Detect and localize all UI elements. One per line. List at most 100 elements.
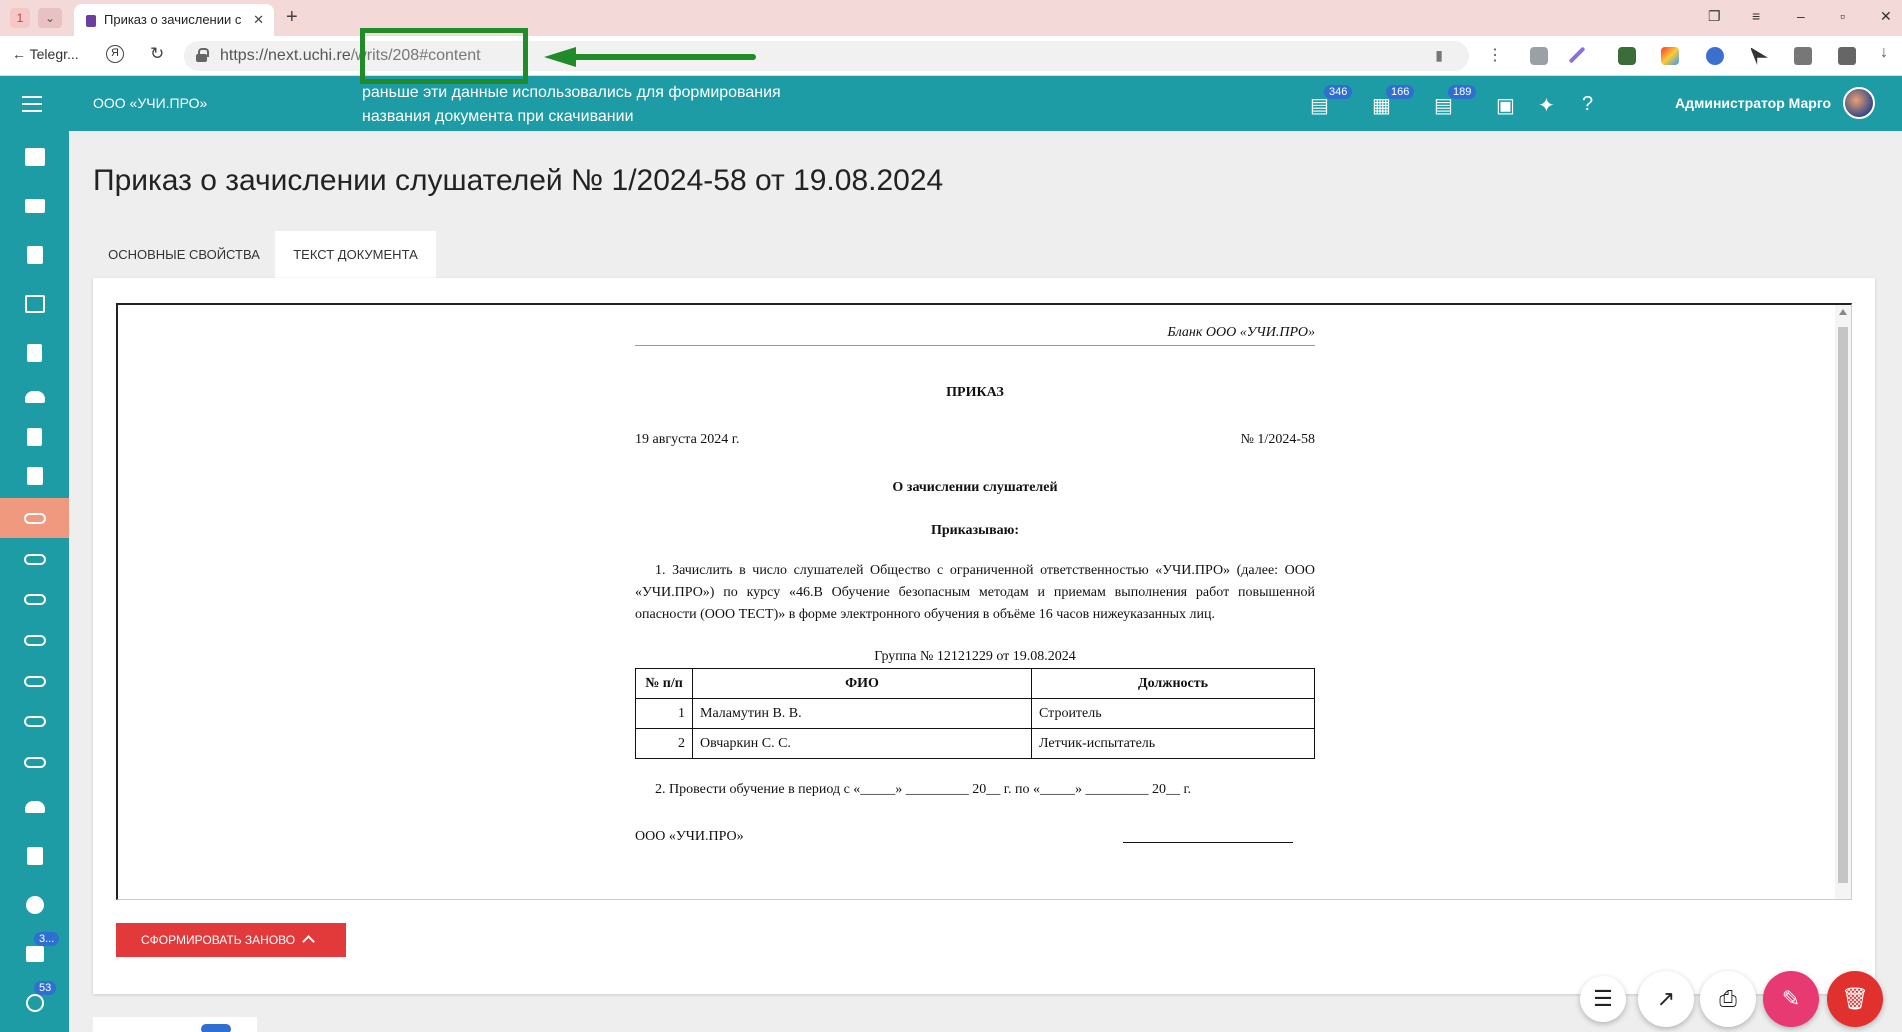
sidebar-item-library[interactable]	[0, 137, 69, 177]
yandex-icon[interactable]: Я	[106, 45, 124, 63]
people-icon	[24, 391, 45, 403]
document-editor-frame[interactable]: Бланк ООО «УЧИ.ПРО» ПРИКАЗ 19 августа 20…	[116, 303, 1852, 900]
lightbulb-icon[interactable]: ✦	[1538, 93, 1555, 118]
avatar[interactable]	[1843, 87, 1875, 119]
sidebar-item-document[interactable]	[0, 417, 69, 457]
document-icon	[27, 428, 42, 446]
gpt-extension-icon[interactable]	[1618, 47, 1636, 65]
download-icon[interactable]: ↓	[1880, 44, 1898, 62]
sidebar-item-list[interactable]	[0, 186, 69, 226]
bookmarks-panel-icon[interactable]: ❐	[1708, 8, 1721, 25]
chat-badge: 3...	[34, 932, 60, 946]
sidebar-item-clip-2[interactable]	[0, 539, 69, 579]
back-button[interactable]: ← Telegr...	[12, 46, 79, 62]
sidebar-item-chat[interactable]: 3...	[0, 932, 69, 974]
tasks-icon[interactable]: ▤ 189	[1434, 85, 1477, 118]
doc-subject: О зачислении слушателей	[892, 480, 1058, 495]
sidebar-item-writs[interactable]	[0, 498, 69, 538]
reload-icon[interactable]: ↻	[150, 44, 164, 64]
sidebar-item-clipboard[interactable]	[0, 235, 69, 275]
doc-number: № 1/2024-58	[1240, 432, 1315, 447]
sidebar-item-badge[interactable]	[0, 456, 69, 496]
table-cell-name: Маламутин В. В.	[692, 698, 1032, 729]
more-icon[interactable]: ⋮	[1487, 45, 1503, 65]
annotation-line-2: названия документа при скачивании	[362, 108, 634, 125]
scroll-up-icon[interactable]	[1839, 309, 1847, 315]
sidebar-item-file[interactable]	[0, 333, 69, 373]
url-host: https://next.uchi.re	[220, 47, 351, 64]
tab-title: Приказ о зачислении с	[104, 12, 242, 27]
delete-fab-button[interactable]: 🗑	[1827, 971, 1883, 1027]
user-name[interactable]: Администратор Марго	[1675, 95, 1831, 111]
app-header: ООО «УЧИ.ПРО» раньше эти данные использо…	[0, 76, 1902, 131]
new-tab-icon[interactable]: +	[286, 6, 298, 29]
shield-extension-icon[interactable]	[1530, 47, 1548, 65]
annotation-arrow-icon	[544, 47, 756, 67]
doc-paragraph-2: 2. Провести обучение в период с «_____» …	[655, 782, 1192, 797]
document-scrollbar[interactable]	[1835, 305, 1851, 899]
window-close-icon[interactable]: ✕	[1880, 8, 1892, 25]
bookmark-icon[interactable]: ▮	[1435, 47, 1443, 64]
documents-icon[interactable]: ▦ 166	[1372, 85, 1415, 118]
circle-extension-icon[interactable]	[1706, 47, 1724, 65]
messages-icon[interactable]: ▤ 346	[1310, 85, 1353, 118]
tab-main-properties[interactable]: ОСНОВНЫЕ СВОЙСТВА	[93, 231, 275, 278]
sidebar-item-people[interactable]	[0, 377, 69, 417]
help-icon[interactable]: ?	[1582, 93, 1593, 116]
bottom-badge	[201, 1024, 231, 1032]
sidebar-item-clip-7[interactable]	[0, 742, 69, 782]
print-fab-button[interactable]: ⎙	[1700, 971, 1756, 1027]
clip-icon	[23, 756, 46, 768]
browser-menu-icon[interactable]: ≡	[1752, 8, 1760, 24]
hamburger-menu-icon[interactable]	[22, 96, 44, 112]
documents-badge: 166	[1386, 85, 1415, 99]
browser-tab[interactable]: Приказ о зачислении с ✕	[74, 4, 274, 36]
sidebar-item-reports[interactable]	[0, 836, 69, 876]
tab-document-text[interactable]: ТЕКСТ ДОКУМЕНТА	[275, 231, 436, 278]
clip-icon	[23, 675, 46, 687]
sidebar-item-clip-6[interactable]	[0, 701, 69, 741]
sidebar-item-clip-4[interactable]	[0, 620, 69, 660]
table-cell-position: Летчик-испытатель	[1031, 728, 1315, 759]
minimize-icon[interactable]: –	[1797, 8, 1805, 24]
restore-icon[interactable]: ▫	[1840, 8, 1845, 24]
color-extension-icon[interactable]	[1661, 47, 1679, 65]
table-cell-num: 2	[635, 728, 693, 759]
doc-blank-header: Бланк ООО «УЧИ.ПРО»	[635, 325, 1315, 346]
tab-close-icon[interactable]: ✕	[253, 4, 264, 36]
scrollbar-thumb[interactable]	[1838, 327, 1848, 883]
sidebar-item-cast[interactable]	[0, 284, 69, 324]
chart-icon	[26, 847, 43, 865]
puzzle-extension-icon[interactable]	[1794, 47, 1812, 65]
tab-counter[interactable]: 1	[10, 8, 30, 28]
calendar-icon[interactable]: ▣	[1496, 93, 1515, 118]
sidebar-item-settings[interactable]	[0, 885, 69, 925]
stats-fab-button[interactable]: ↗	[1638, 971, 1694, 1027]
collections-icon[interactable]	[1838, 47, 1856, 65]
doc-group-caption: Группа № 12121229 от 19.08.2024	[874, 649, 1076, 664]
list-icon	[24, 199, 45, 213]
users-icon	[24, 801, 45, 813]
tab-list-dropdown[interactable]: ⌄	[38, 8, 62, 28]
list-fab-button[interactable]: ☰	[1580, 976, 1626, 1022]
sidebar-item-support[interactable]: 53	[0, 981, 69, 1023]
tab-favicon-icon	[86, 15, 96, 27]
chevron-up-icon	[302, 935, 315, 948]
doc-title: ПРИКАЗ	[946, 385, 1004, 400]
library-icon	[24, 148, 45, 166]
trash-icon: 🗑	[1841, 986, 1869, 1011]
annotation-line-1: раньше эти данные использовались для фор…	[362, 84, 781, 101]
document-card: Бланк ООО «УЧИ.ПРО» ПРИКАЗ 19 августа 20…	[93, 278, 1875, 994]
trend-icon: ↗	[1656, 986, 1676, 1011]
browser-tabbar: 1 ⌄ Приказ о зачислении с ✕ + ❐ ≡ – ▫ ✕	[0, 0, 1902, 36]
doc-order-word: Приказываю:	[930, 523, 1020, 538]
print-icon: ⎙	[1719, 986, 1737, 1011]
sidebar-item-clip-5[interactable]	[0, 661, 69, 701]
sidebar-item-users[interactable]	[0, 787, 69, 827]
pencil-icon: ✎	[1781, 986, 1801, 1011]
clip-icon	[23, 715, 46, 727]
edit-fab-button[interactable]: ✎	[1763, 971, 1819, 1027]
regenerate-button[interactable]: СФОРМИРОВАТЬ ЗАНОВО	[116, 923, 346, 957]
lock-icon	[196, 48, 209, 62]
sidebar-item-clip-3[interactable]	[0, 579, 69, 619]
